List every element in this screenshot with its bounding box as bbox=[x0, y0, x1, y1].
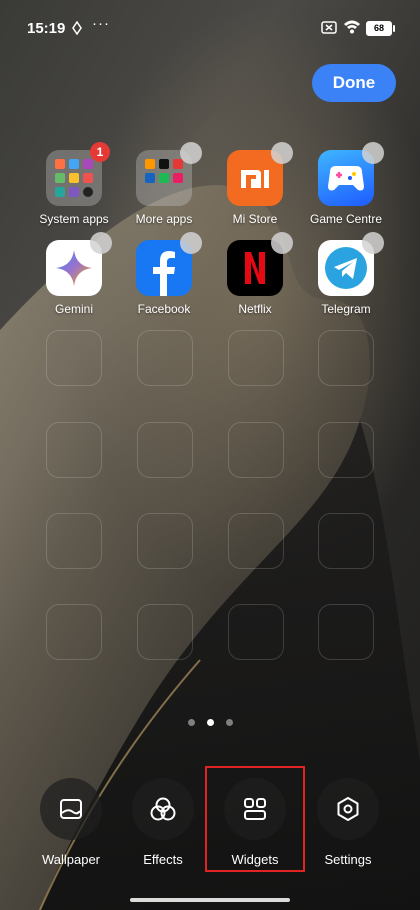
effects-button[interactable]: Effects bbox=[121, 778, 205, 867]
app-label: Game Centre bbox=[309, 212, 383, 226]
selection-highlight bbox=[205, 766, 305, 872]
remove-app-button[interactable] bbox=[271, 142, 293, 164]
app-mi-store[interactable]: Mi Store bbox=[210, 142, 300, 226]
app-label: Facebook bbox=[137, 302, 191, 316]
app-telegram[interactable]: Telegram bbox=[301, 232, 391, 316]
remove-app-button[interactable] bbox=[271, 232, 293, 254]
wallpaper-label: Wallpaper bbox=[41, 852, 101, 867]
app-game-centre[interactable]: Game Centre bbox=[301, 142, 391, 226]
settings-label: Settings bbox=[324, 852, 372, 867]
page-indicator[interactable] bbox=[0, 719, 420, 726]
remove-app-button[interactable] bbox=[180, 232, 202, 254]
empty-slot bbox=[318, 330, 374, 386]
remove-app-button[interactable] bbox=[90, 232, 112, 254]
folder-icon bbox=[136, 142, 202, 206]
app-label: Mi Store bbox=[232, 212, 278, 226]
status-bar: 15:19 ··· 68 bbox=[0, 0, 420, 56]
app-more-apps[interactable]: More apps bbox=[119, 142, 209, 226]
app-label: Telegram bbox=[321, 302, 371, 316]
empty-slot bbox=[228, 422, 284, 478]
app-gemini[interactable]: Gemini bbox=[29, 232, 119, 316]
gemini-icon bbox=[46, 232, 112, 296]
sim-off-icon bbox=[321, 21, 337, 39]
wifi-icon bbox=[343, 19, 361, 39]
empty-slot bbox=[137, 604, 193, 660]
app-facebook[interactable]: Facebook bbox=[119, 232, 209, 316]
home-indicator[interactable] bbox=[130, 898, 290, 902]
mi-store-icon bbox=[227, 142, 293, 206]
empty-slot bbox=[46, 513, 102, 569]
empty-slot bbox=[228, 330, 284, 386]
page-dot-active[interactable] bbox=[206, 719, 214, 726]
app-label: Netflix bbox=[238, 302, 272, 316]
empty-slot bbox=[137, 422, 193, 478]
app-label: Gemini bbox=[54, 302, 93, 316]
remove-app-button[interactable] bbox=[362, 232, 384, 254]
effects-label: Effects bbox=[143, 852, 183, 867]
page-dot[interactable] bbox=[225, 719, 233, 726]
empty-slot bbox=[228, 604, 284, 660]
empty-slot bbox=[46, 422, 102, 478]
empty-slot bbox=[46, 604, 102, 660]
wallpaper-button[interactable]: Wallpaper bbox=[29, 778, 113, 867]
battery-icon: 68 bbox=[366, 21, 395, 36]
remove-app-button[interactable] bbox=[180, 142, 202, 164]
wallpaper-icon bbox=[40, 778, 102, 840]
empty-slot bbox=[46, 330, 102, 386]
netflix-icon bbox=[227, 232, 293, 296]
app-system-apps[interactable]: 1 System apps bbox=[29, 142, 119, 226]
location-icon bbox=[72, 20, 82, 40]
notification-badge: 1 bbox=[90, 142, 110, 162]
app-label: System apps bbox=[39, 212, 109, 226]
game-centre-icon bbox=[318, 142, 384, 206]
more-notifications-icon: ··· bbox=[92, 15, 110, 32]
settings-icon bbox=[317, 778, 379, 840]
remove-app-button[interactable] bbox=[362, 142, 384, 164]
empty-slot bbox=[318, 604, 374, 660]
effects-icon bbox=[132, 778, 194, 840]
app-label: More apps bbox=[135, 212, 193, 226]
done-button[interactable]: Done bbox=[312, 64, 396, 102]
page-dot[interactable] bbox=[187, 719, 195, 726]
telegram-icon bbox=[318, 232, 384, 296]
app-netflix[interactable]: Netflix bbox=[210, 232, 300, 316]
empty-slot bbox=[137, 330, 193, 386]
settings-button[interactable]: Settings bbox=[306, 778, 390, 867]
empty-slot bbox=[318, 422, 374, 478]
empty-slot bbox=[228, 513, 284, 569]
empty-slot bbox=[318, 513, 374, 569]
folder-icon: 1 bbox=[46, 142, 110, 206]
empty-slot bbox=[137, 513, 193, 569]
facebook-icon bbox=[136, 232, 202, 296]
status-time: 15:19 bbox=[27, 20, 66, 37]
